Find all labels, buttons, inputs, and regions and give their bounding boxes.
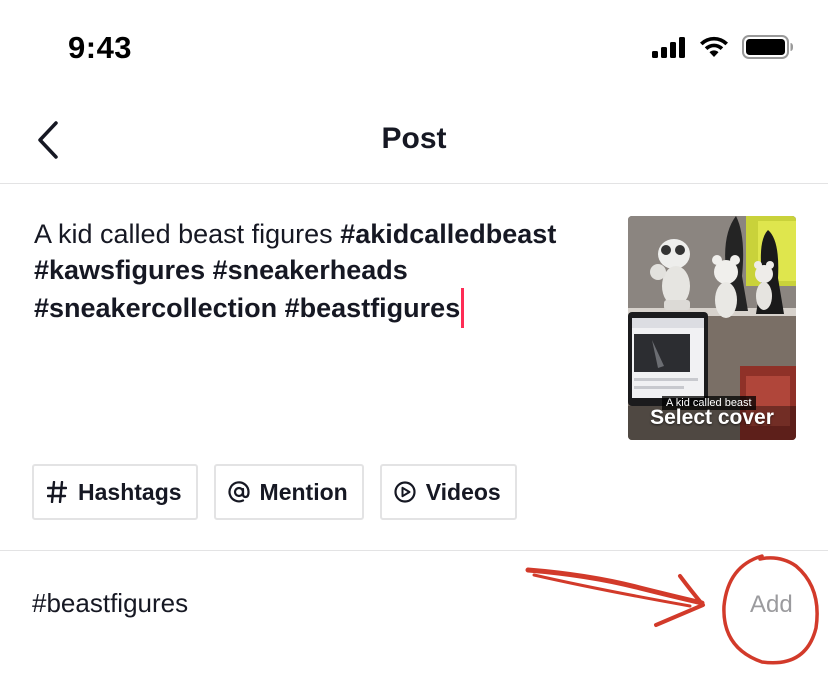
hashtags-button[interactable]: Hashtags bbox=[32, 464, 198, 520]
annotation-arrow bbox=[525, 567, 705, 606]
hashtag-suggestion[interactable]: #beastfigures bbox=[32, 588, 188, 619]
cover-thumbnail[interactable]: A kid called beast Select cover bbox=[628, 216, 796, 440]
mention-button[interactable]: Mention bbox=[213, 464, 364, 520]
mention-label: Mention bbox=[259, 478, 348, 505]
videos-label: Videos bbox=[425, 478, 501, 505]
hashtag-icon bbox=[46, 481, 68, 503]
caption-hashtag: #kawsfigures bbox=[34, 255, 206, 285]
page-title: Post bbox=[381, 122, 447, 155]
caption-input[interactable]: A kid called beast figures #akidcalledbe… bbox=[34, 216, 614, 328]
annotation-arrow-shaft bbox=[532, 573, 692, 608]
caption-chips: Hashtags Mention Videos bbox=[32, 464, 517, 520]
hashtags-label: Hashtags bbox=[78, 478, 182, 505]
caption-hashtag: #akidcalledbeast bbox=[340, 219, 557, 249]
play-circle-icon bbox=[394, 481, 416, 503]
select-cover-label: Select cover bbox=[650, 406, 774, 429]
wifi-icon bbox=[698, 35, 730, 64]
annotation-arrowhead bbox=[654, 574, 705, 627]
text-cursor bbox=[461, 288, 465, 328]
caption-text: A kid called beast figures bbox=[34, 219, 341, 249]
status-time: 9:43 bbox=[68, 30, 133, 65]
videos-button[interactable]: Videos bbox=[379, 464, 517, 520]
at-icon bbox=[227, 481, 250, 503]
caption-hashtag: #sneakerheads bbox=[212, 255, 408, 285]
signal-icon bbox=[652, 36, 686, 63]
add-button[interactable]: Add bbox=[750, 591, 793, 619]
caption-hashtag: #beastfigures bbox=[284, 293, 461, 323]
status-bar: 9:43 bbox=[0, 0, 828, 100]
caption-hashtag: #sneakercollection bbox=[34, 293, 278, 323]
status-icons bbox=[652, 34, 794, 65]
nav-header: Post bbox=[0, 100, 828, 184]
battery-icon bbox=[742, 34, 794, 65]
divider bbox=[0, 550, 828, 551]
